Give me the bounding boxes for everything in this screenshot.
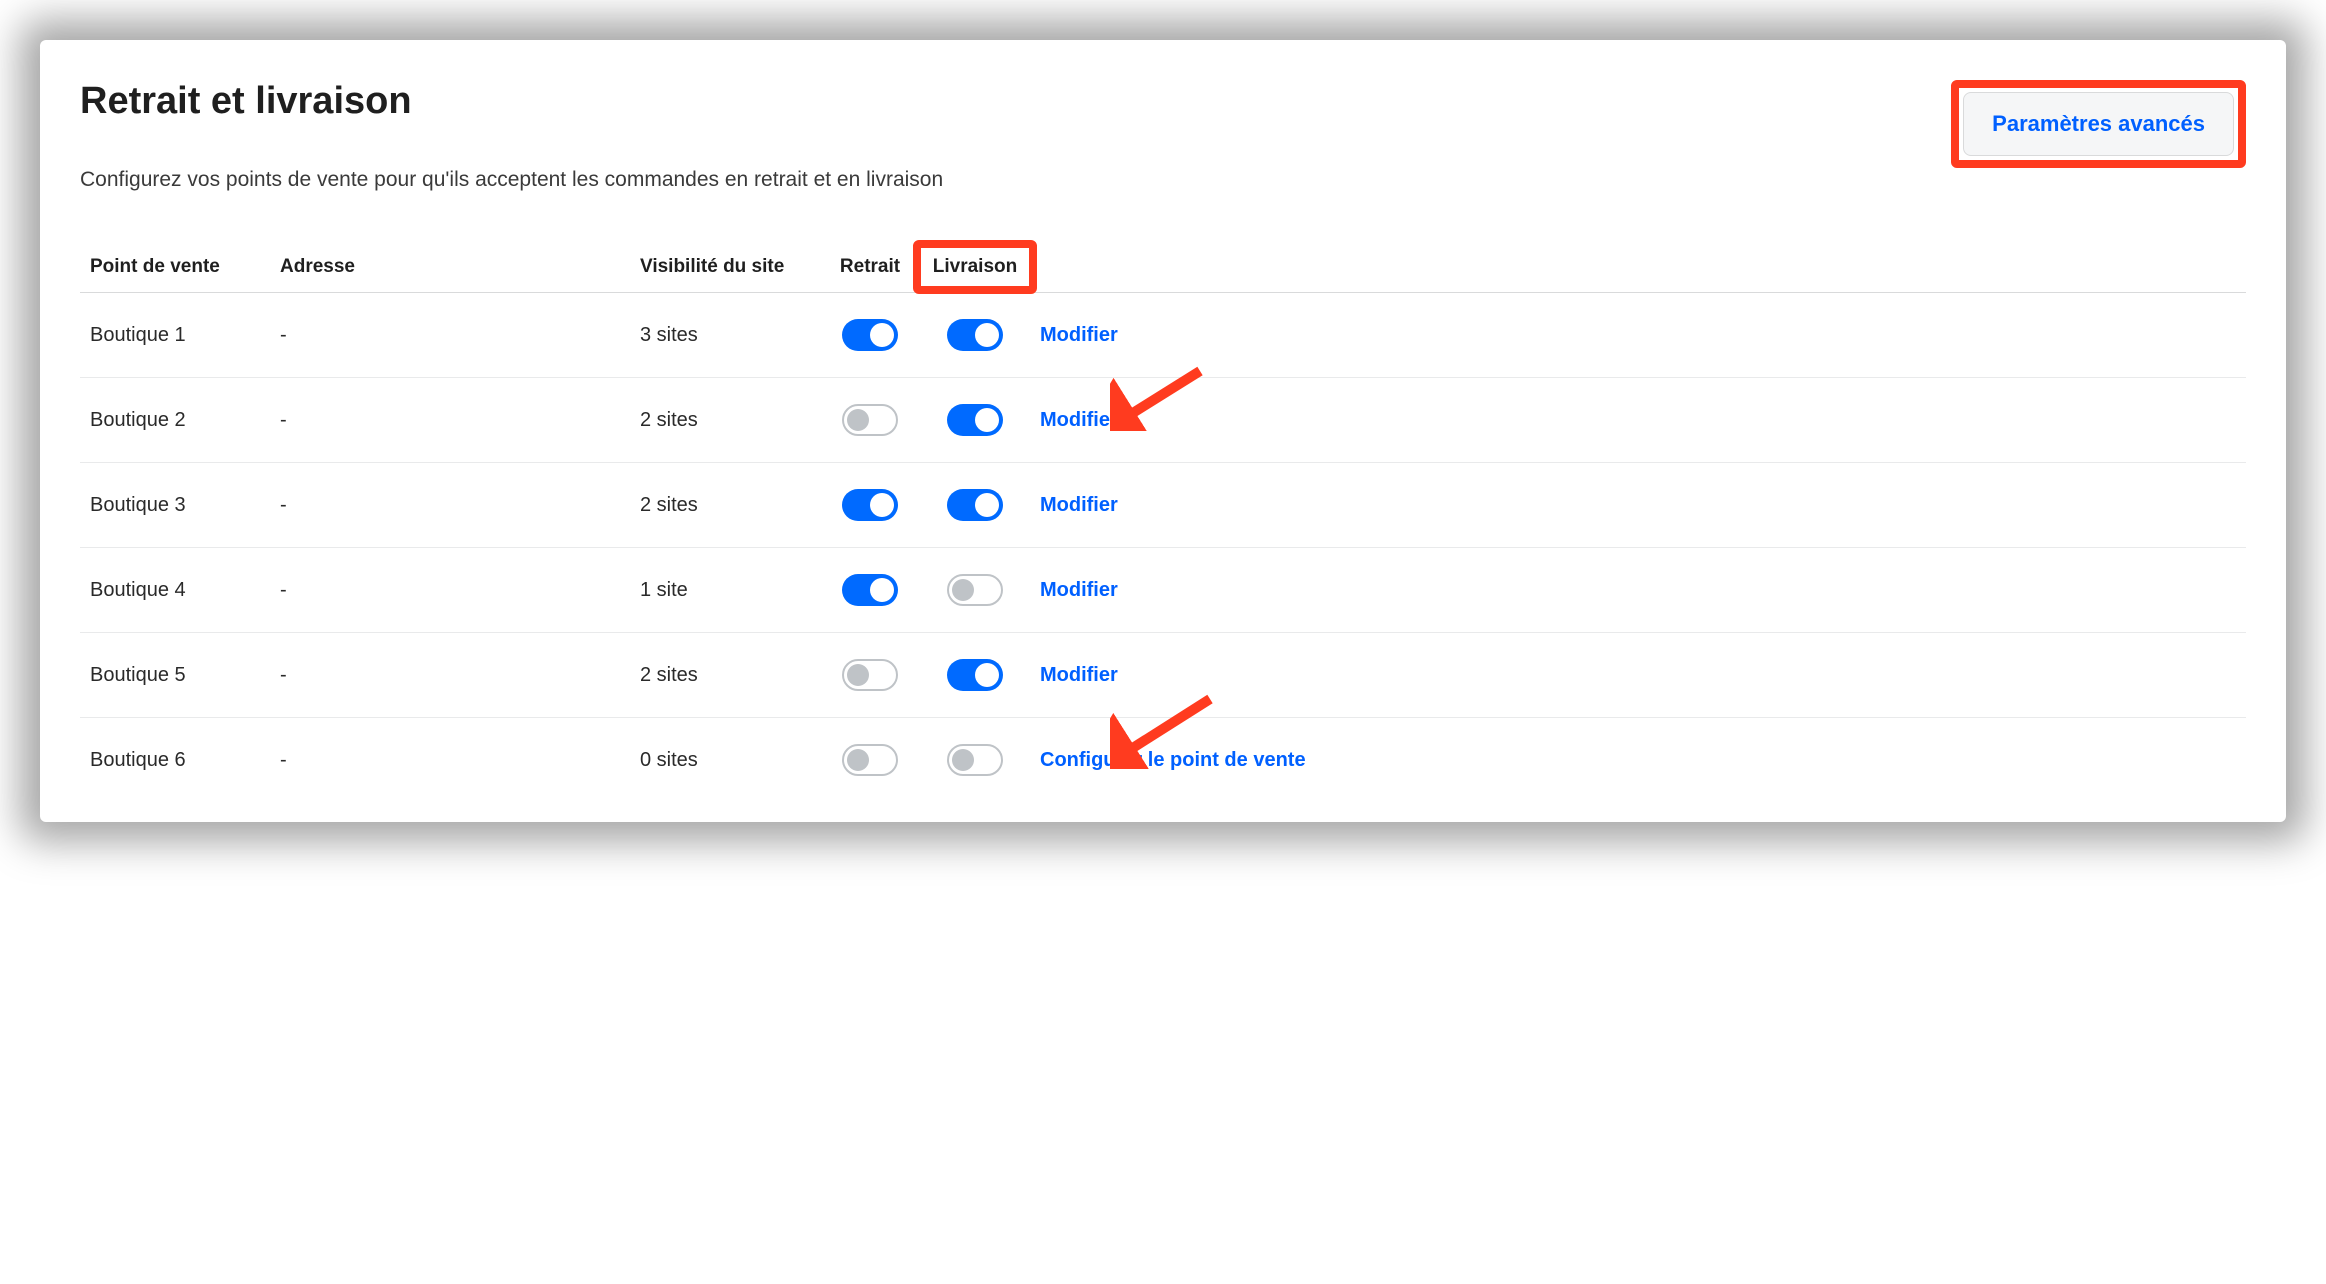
cell-address: - — [270, 548, 630, 633]
delivery-toggle[interactable] — [947, 574, 1003, 606]
pickup-toggle[interactable] — [842, 404, 898, 436]
table-row: Boutique 2-2 sites Modifier — [80, 378, 2246, 463]
col-header-address: Adresse — [270, 242, 630, 293]
table-row: Boutique 4-1 site Modifier — [80, 548, 2246, 633]
cell-visibility: 0 sites — [630, 718, 820, 803]
page-subtitle: Configurez vos points de vente pour qu'i… — [80, 168, 2246, 192]
locations-table: Point de vente Adresse Visibilité du sit… — [80, 242, 2246, 802]
modify-link[interactable]: Modifier — [1040, 324, 1118, 346]
delivery-toggle[interactable] — [947, 659, 1003, 691]
col-header-pickup: Retrait — [820, 242, 920, 293]
table-row: Boutique 5-2 sites Modifier — [80, 633, 2246, 718]
cell-pos-name: Boutique 5 — [80, 633, 270, 718]
cell-visibility: 1 site — [630, 548, 820, 633]
table-row: Boutique 6-0 sites Configurer le point de… — [80, 718, 2246, 803]
delivery-toggle[interactable] — [947, 404, 1003, 436]
cell-address: - — [270, 463, 630, 548]
cell-pos-name: Boutique 6 — [80, 718, 270, 803]
cell-visibility: 3 sites — [630, 293, 820, 378]
delivery-toggle[interactable] — [947, 319, 1003, 351]
cell-visibility: 2 sites — [630, 463, 820, 548]
cell-address: - — [270, 718, 630, 803]
modify-link[interactable]: Modifier — [1040, 579, 1118, 601]
advanced-button-highlight: Paramètres avancés — [1951, 80, 2246, 168]
cell-visibility: 2 sites — [630, 633, 820, 718]
pickup-toggle[interactable] — [842, 744, 898, 776]
pickup-toggle[interactable] — [842, 574, 898, 606]
col-header-visibility: Visibilité du site — [630, 242, 820, 293]
cell-pos-name: Boutique 1 — [80, 293, 270, 378]
configure-link[interactable]: Configurer le point de vente — [1040, 749, 1306, 771]
modify-link[interactable]: Modifier — [1040, 664, 1118, 686]
pickup-toggle[interactable] — [842, 319, 898, 351]
table-row: Boutique 3-2 sites Modifier — [80, 463, 2246, 548]
modify-link[interactable]: Modifier — [1040, 494, 1118, 516]
cell-address: - — [270, 293, 630, 378]
col-header-pos: Point de vente — [80, 242, 270, 293]
settings-card: Retrait et livraison Paramètres avancés … — [40, 40, 2286, 822]
page-title: Retrait et livraison — [80, 80, 412, 123]
pickup-toggle[interactable] — [842, 489, 898, 521]
cell-address: - — [270, 378, 630, 463]
modify-link[interactable]: Modifier — [1040, 409, 1118, 431]
cell-pos-name: Boutique 4 — [80, 548, 270, 633]
table-row: Boutique 1-3 sites Modifier — [80, 293, 2246, 378]
cell-address: - — [270, 633, 630, 718]
delivery-header-highlight: Livraison — [913, 240, 1037, 294]
cell-pos-name: Boutique 2 — [80, 378, 270, 463]
col-header-action — [1030, 242, 2246, 293]
cell-pos-name: Boutique 3 — [80, 463, 270, 548]
pickup-toggle[interactable] — [842, 659, 898, 691]
delivery-toggle[interactable] — [947, 744, 1003, 776]
col-header-delivery: Livraison — [933, 256, 1017, 277]
advanced-settings-button[interactable]: Paramètres avancés — [1963, 92, 2234, 156]
delivery-toggle[interactable] — [947, 489, 1003, 521]
cell-visibility: 2 sites — [630, 378, 820, 463]
col-header-delivery-wrap: Livraison — [920, 242, 1030, 293]
